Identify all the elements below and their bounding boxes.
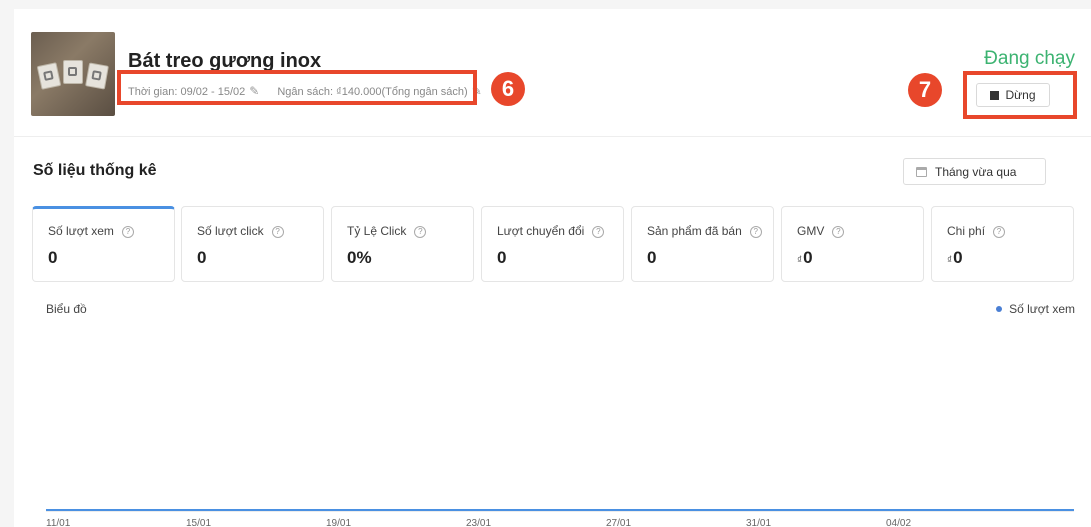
annotation-badge-6: 6 bbox=[491, 72, 525, 106]
x-tick-label: 19/01 bbox=[326, 518, 351, 527]
currency-symbol: ₫ bbox=[797, 255, 803, 266]
help-icon[interactable]: ? bbox=[993, 226, 1006, 238]
divider bbox=[14, 136, 1091, 137]
x-tick-label: 15/01 bbox=[186, 518, 211, 527]
metric-value: 0 bbox=[197, 248, 207, 267]
x-tick-label: 23/01 bbox=[466, 518, 491, 527]
x-tick-label: 04/02 bbox=[886, 518, 911, 527]
line-chart: 11/01 15/01 19/01 23/01 27/01 31/01 04/02 bbox=[46, 509, 1074, 527]
metric-card[interactable]: Tỷ Lệ Click? 0% bbox=[331, 206, 474, 282]
metric-card[interactable]: Số lượt xem? 0 bbox=[32, 206, 175, 282]
metric-value: ₫0 bbox=[797, 248, 813, 267]
stats-title: Số liệu thống kê bbox=[33, 162, 157, 179]
metric-card[interactable]: Số lượt click? 0 bbox=[181, 206, 324, 282]
metric-label: Số lượt click? bbox=[197, 224, 284, 238]
metric-card[interactable]: Sản phẩm đã bán? 0 bbox=[631, 206, 774, 282]
metric-label: Số lượt xem? bbox=[48, 224, 134, 238]
metric-value: 0 bbox=[497, 248, 507, 267]
help-icon[interactable]: ? bbox=[271, 226, 284, 238]
status-running: Đang chạy bbox=[984, 48, 1075, 69]
help-icon[interactable]: ? bbox=[121, 226, 134, 238]
date-range-picker[interactable]: Tháng vừa qua bbox=[903, 158, 1046, 185]
calendar-icon bbox=[916, 166, 927, 177]
x-tick-label: 27/01 bbox=[606, 518, 631, 527]
x-tick-label: 11/01 bbox=[46, 518, 71, 527]
metric-label: Tỷ Lệ Click? bbox=[347, 224, 427, 238]
metric-value: 0 bbox=[647, 248, 657, 267]
annotation-box-7 bbox=[963, 71, 1077, 119]
product-thumbnail bbox=[31, 32, 115, 116]
metric-label: Sản phẩm đã bán? bbox=[647, 224, 762, 238]
metric-value: ₫0 bbox=[947, 248, 963, 267]
campaign-card: Bát treo gương inox Thời gian: 09/02 - 1… bbox=[14, 9, 1091, 527]
metric-value: 0% bbox=[347, 248, 372, 267]
metric-label: Lượt chuyển đổi? bbox=[497, 224, 605, 238]
help-icon[interactable]: ? bbox=[592, 226, 605, 238]
annotation-box-6 bbox=[117, 70, 477, 105]
metric-card[interactable]: Lượt chuyển đổi? 0 bbox=[481, 206, 624, 282]
help-icon[interactable]: ? bbox=[749, 226, 762, 238]
help-icon[interactable]: ? bbox=[414, 226, 427, 238]
metric-value: 0 bbox=[48, 248, 58, 267]
metric-card[interactable]: Chi phí? ₫0 bbox=[931, 206, 1074, 282]
annotation-badge-7: 7 bbox=[908, 73, 942, 107]
metric-label: Chi phí? bbox=[947, 224, 1006, 238]
x-tick-label: 31/01 bbox=[746, 518, 771, 527]
help-icon[interactable]: ? bbox=[832, 226, 845, 238]
currency-symbol: ₫ bbox=[947, 255, 953, 266]
metric-label: GMV? bbox=[797, 224, 845, 238]
metric-card[interactable]: GMV? ₫0 bbox=[781, 206, 924, 282]
